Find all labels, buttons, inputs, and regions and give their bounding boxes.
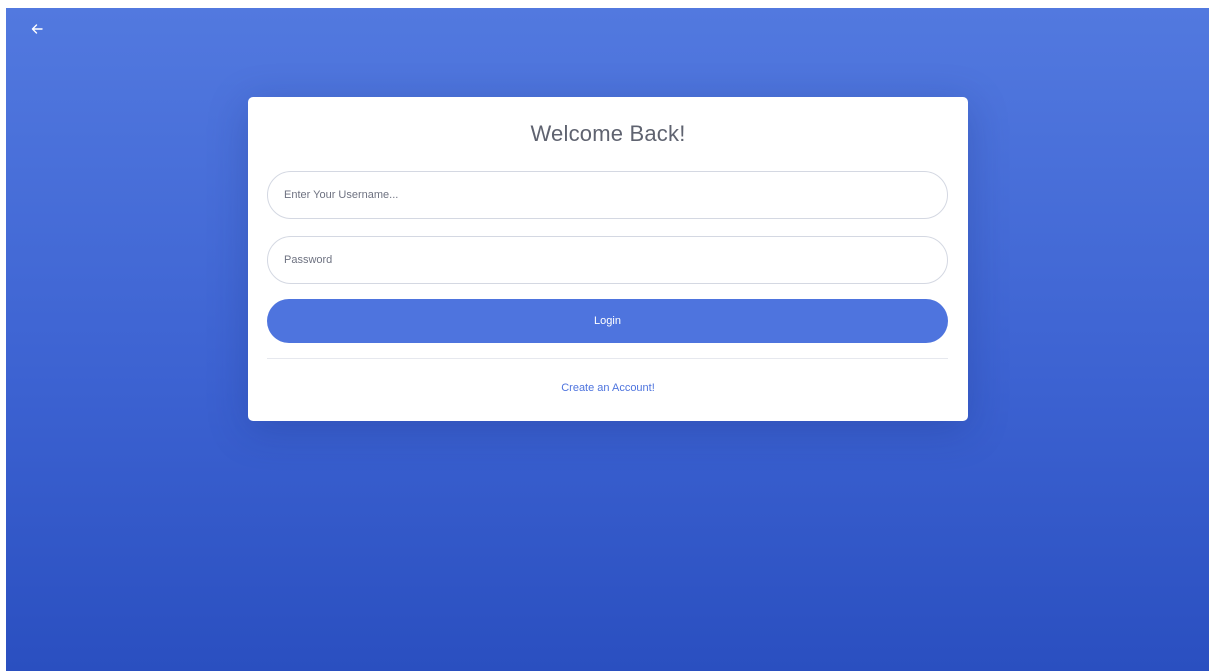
login-screen: Welcome Back! Login Create an Account! — [6, 8, 1209, 671]
page-title: Welcome Back! — [530, 121, 686, 146]
password-input[interactable] — [267, 236, 948, 284]
login-card: Welcome Back! Login Create an Account! — [248, 97, 968, 421]
create-account-link[interactable]: Create an Account! — [248, 382, 968, 394]
username-input[interactable] — [267, 171, 948, 219]
arrow-left-icon — [30, 22, 44, 41]
login-button[interactable]: Login — [267, 299, 948, 343]
divider — [267, 358, 948, 359]
back-button[interactable] — [24, 18, 50, 44]
